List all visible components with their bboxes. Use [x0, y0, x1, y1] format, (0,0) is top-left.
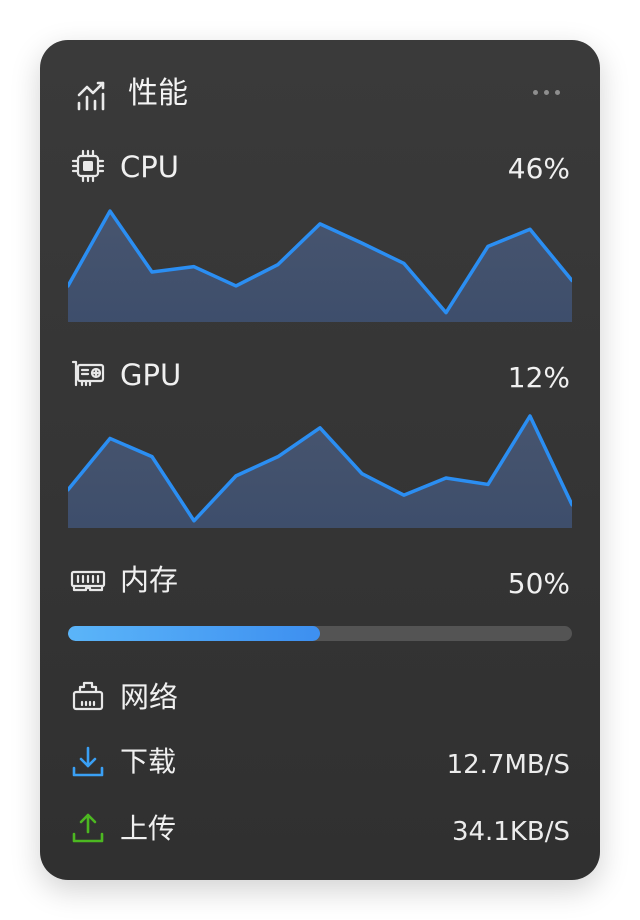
upload-speed-value: 34.1KB/S — [451, 817, 570, 847]
cpu-history-chart — [68, 209, 572, 322]
cpu-usage-value: 46% — [507, 152, 570, 185]
memory-usage-bar — [68, 626, 572, 641]
memory-usage-fill — [68, 626, 320, 641]
cpu-label: CPU — [120, 150, 179, 184]
memory-label: 内存 — [120, 563, 179, 597]
memory-ram-icon — [70, 562, 106, 598]
download-icon — [70, 744, 106, 780]
cpu-chip-icon — [70, 148, 106, 184]
graphics-card-icon — [70, 356, 106, 392]
gpu-usage-value: 12% — [507, 361, 570, 394]
gpu-label: GPU — [120, 358, 182, 392]
download-label: 下载 — [120, 745, 177, 778]
memory-usage-value: 50% — [507, 567, 570, 600]
upload-icon — [70, 810, 106, 846]
more-horizontal-icon — [532, 89, 538, 95]
gpu-history-chart — [68, 414, 572, 528]
line-chart-icon — [76, 78, 108, 112]
widget-title: 性能 — [128, 76, 188, 111]
cpu-history-area — [68, 211, 572, 322]
upload-label: 上传 — [120, 812, 177, 845]
network-label: 网络 — [120, 680, 179, 714]
download-speed-value: 12.7MB/S — [446, 750, 570, 780]
network-port-icon — [70, 678, 106, 714]
performance-widget: 性能 CPU 46% GPU 12% 内存 50% 网络 下载 12.7MB/S… — [40, 40, 600, 880]
more-options-button[interactable] — [528, 84, 564, 100]
